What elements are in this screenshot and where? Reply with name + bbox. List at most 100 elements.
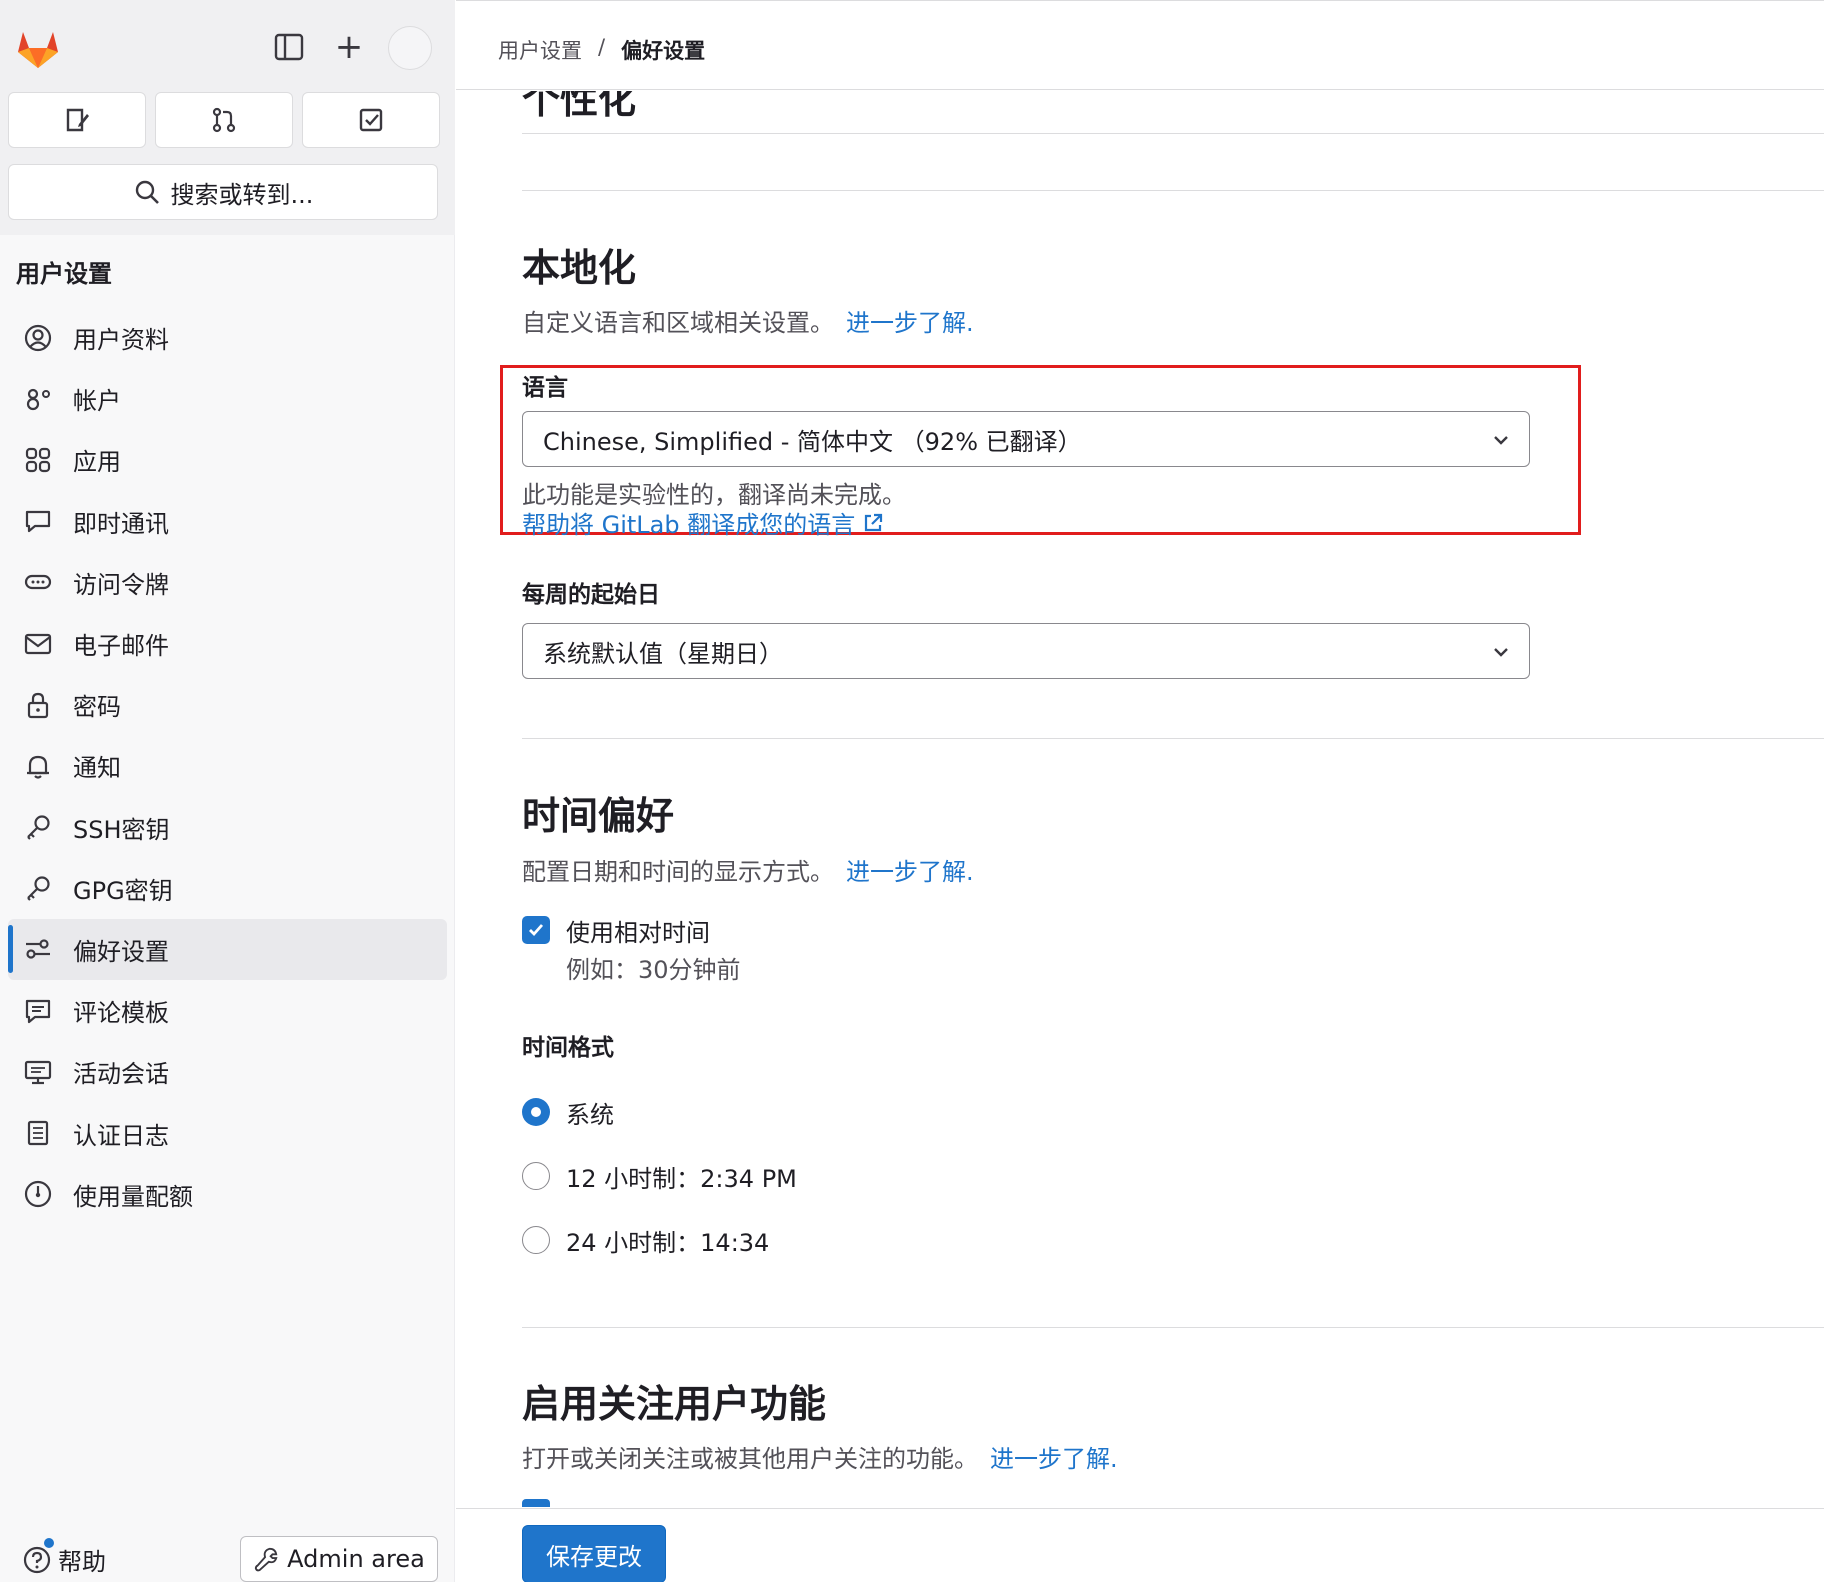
sidebar-item-profile[interactable]: 用户资料 bbox=[8, 307, 447, 368]
language-label: 语言 bbox=[522, 375, 568, 401]
sidebar-header: + 搜索或转到... bbox=[0, 0, 455, 235]
preferences-icon bbox=[22, 933, 54, 965]
sidebar-item-notifications[interactable]: 通知 bbox=[8, 735, 447, 796]
sidebar-item-label: 活动会话 bbox=[73, 1060, 169, 1089]
help-button[interactable]: 帮助 bbox=[22, 1538, 106, 1577]
sidebar-item-ssh-keys[interactable]: SSH密钥 bbox=[8, 797, 447, 858]
localization-title: 本地化 bbox=[522, 246, 637, 290]
sidebar-item-label: 认证日志 bbox=[73, 1121, 169, 1150]
chevron-down-icon bbox=[1494, 436, 1508, 445]
sidebar-item-emails[interactable]: 电子邮件 bbox=[8, 613, 447, 674]
time-format-24h-label[interactable]: 24 小时制：14:34 bbox=[566, 1223, 769, 1258]
wrench-icon bbox=[255, 1547, 278, 1572]
issues-icon bbox=[66, 108, 89, 132]
sidebar-item-access-tokens[interactable]: 访问令牌 bbox=[8, 552, 447, 613]
sidebar-item-auth-log[interactable]: 认证日志 bbox=[8, 1102, 447, 1163]
gauge-icon bbox=[22, 1178, 54, 1210]
admin-area-label: Admin area bbox=[287, 1545, 425, 1573]
sidebar-item-label: 电子邮件 bbox=[73, 632, 169, 661]
sidebar-item-label: 偏好设置 bbox=[73, 937, 169, 966]
sidebar-item-preferences[interactable]: 偏好设置 bbox=[8, 918, 447, 981]
sidebar-section-title: 用户设置 bbox=[16, 260, 112, 288]
plus-icon[interactable]: + bbox=[332, 28, 366, 66]
divider bbox=[522, 738, 1824, 739]
sidebar-item-label: 通知 bbox=[73, 754, 121, 783]
key-icon bbox=[22, 872, 54, 904]
admin-area-button[interactable]: Admin area bbox=[240, 1536, 438, 1582]
save-changes-button[interactable]: 保存更改 bbox=[522, 1525, 666, 1582]
sidebar-item-label: 帐户 bbox=[73, 387, 121, 416]
top-bar: 用户设置 / 偏好设置 bbox=[456, 0, 1824, 90]
chat-icon bbox=[22, 505, 54, 537]
relative-time-label[interactable]: 使用相对时间 bbox=[566, 913, 710, 948]
gitlab-logo-icon[interactable] bbox=[14, 24, 62, 72]
help-notification-dot bbox=[44, 1538, 54, 1548]
time-preferences-description: 配置日期和时间的显示方式。 进一步了解. bbox=[522, 858, 974, 886]
log-icon bbox=[22, 1117, 54, 1149]
localization-learn-more-link[interactable]: 进一步了解. bbox=[846, 309, 974, 337]
week-start-select[interactable]: 系统默认值（星期日） bbox=[522, 623, 1530, 679]
translate-help-link[interactable]: 帮助将 GitLab 翻译成您的语言 bbox=[522, 505, 885, 540]
todo-icon bbox=[359, 108, 383, 132]
time-format-12h-label[interactable]: 12 小时制：2:34 PM bbox=[566, 1159, 797, 1194]
issues-button[interactable] bbox=[8, 92, 146, 148]
follow-users-description: 打开或关闭关注或被其他用户关注的功能。 进一步了解. bbox=[522, 1445, 1118, 1473]
token-icon bbox=[22, 566, 54, 598]
lock-icon bbox=[22, 689, 54, 721]
relative-time-help: 例如：30分钟前 bbox=[566, 956, 741, 984]
comment-icon bbox=[22, 995, 54, 1027]
sidebar-item-label: 应用 bbox=[73, 448, 121, 477]
sidebar-nav: 用户资料 帐户 应用 即时通讯 访问令牌 电子邮件 密码 通知 SSH密钥 GP… bbox=[0, 307, 455, 1225]
localization-description: 自定义语言和区域相关设置。 进一步了解. bbox=[522, 309, 974, 337]
time-learn-more-link[interactable]: 进一步了解. bbox=[846, 858, 974, 886]
sidebar-item-label: 即时通讯 bbox=[73, 509, 169, 538]
search-label: 搜索或转到... bbox=[170, 180, 314, 209]
time-format-label: 时间格式 bbox=[522, 1035, 614, 1061]
account-icon bbox=[22, 383, 54, 415]
time-format-12h-radio[interactable] bbox=[522, 1162, 550, 1190]
mail-icon bbox=[22, 628, 54, 660]
sidebar-item-label: 密码 bbox=[73, 693, 121, 722]
main-content: 个性化 本地化 自定义语言和区域相关设置。 进一步了解. 语言 Chinese, … bbox=[456, 91, 1824, 1582]
sidebar-item-password[interactable]: 密码 bbox=[8, 674, 447, 735]
applications-icon bbox=[22, 444, 54, 476]
sidebar-toggle-icon[interactable] bbox=[272, 30, 306, 64]
week-start-value: 系统默认值（星期日） bbox=[543, 639, 783, 668]
follow-checkbox-partial[interactable] bbox=[522, 1499, 550, 1507]
avatar[interactable] bbox=[388, 26, 432, 70]
time-format-system-label[interactable]: 系统 bbox=[566, 1095, 614, 1130]
search-icon bbox=[135, 180, 159, 204]
save-footer: 保存更改 bbox=[456, 1508, 1824, 1582]
help-icon bbox=[23, 1546, 51, 1573]
sidebar-item-active-sessions[interactable]: 活动会话 bbox=[8, 1041, 447, 1102]
sidebar-item-label: SSH密钥 bbox=[73, 815, 170, 844]
sidebar-item-label: GPG密钥 bbox=[73, 876, 173, 905]
sidebar-item-gpg-keys[interactable]: GPG密钥 bbox=[8, 858, 447, 919]
sidebar: + 搜索或转到... 用户设置 用户资料 帐户 应用 即时通讯 访问令牌 电子邮… bbox=[0, 0, 455, 1582]
breadcrumb-separator: / bbox=[598, 35, 606, 59]
profile-icon bbox=[22, 322, 54, 354]
time-format-system-radio[interactable] bbox=[522, 1098, 550, 1126]
sidebar-item-comment-templates[interactable]: 评论模板 bbox=[8, 980, 447, 1041]
sidebar-item-chat[interactable]: 即时通讯 bbox=[8, 491, 447, 552]
sidebar-item-label: 使用量配额 bbox=[73, 1182, 193, 1211]
sidebar-item-label: 访问令牌 bbox=[73, 570, 169, 599]
time-format-24h-radio[interactable] bbox=[522, 1226, 550, 1254]
key-icon bbox=[22, 811, 54, 843]
sidebar-item-account[interactable]: 帐户 bbox=[8, 368, 447, 429]
relative-time-checkbox[interactable] bbox=[522, 916, 550, 944]
language-value: Chinese, Simplified - 简体中文 （92% 已翻译） bbox=[543, 427, 1082, 456]
sidebar-item-usage-quotas[interactable]: 使用量配额 bbox=[8, 1164, 447, 1225]
sidebar-item-label: 用户资料 bbox=[73, 326, 169, 355]
language-select[interactable]: Chinese, Simplified - 简体中文 （92% 已翻译） bbox=[522, 411, 1530, 467]
sidebar-item-applications[interactable]: 应用 bbox=[8, 429, 447, 490]
divider bbox=[522, 1327, 1824, 1328]
merge-request-icon bbox=[212, 107, 236, 133]
merge-requests-button[interactable] bbox=[155, 92, 293, 148]
search-button[interactable]: 搜索或转到... bbox=[8, 164, 438, 220]
breadcrumb-parent[interactable]: 用户设置 bbox=[498, 35, 582, 65]
todos-button[interactable] bbox=[302, 92, 440, 148]
follow-learn-more-link[interactable]: 进一步了解. bbox=[990, 1445, 1118, 1473]
personalization-heading: 个性化 bbox=[522, 91, 637, 122]
check-icon bbox=[529, 924, 544, 937]
